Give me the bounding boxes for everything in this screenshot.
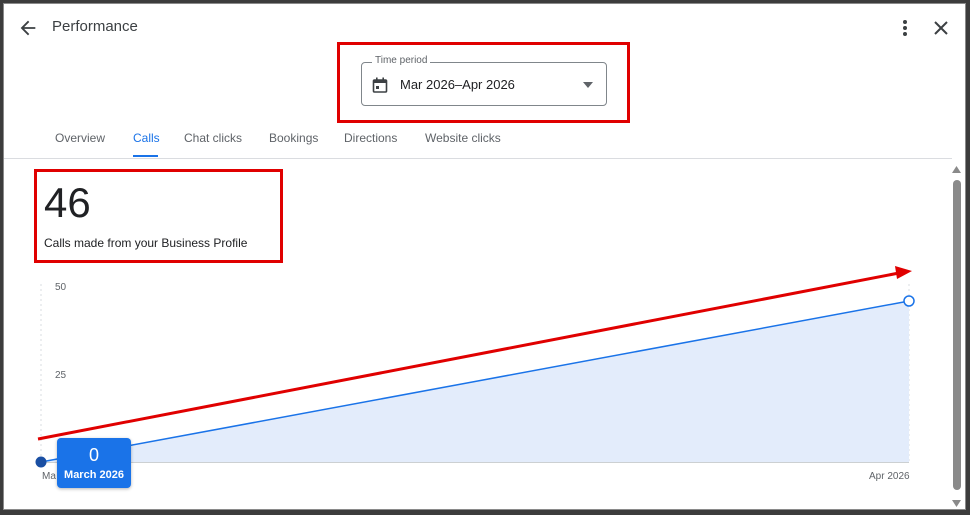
- tooltip-label: March 2026: [64, 469, 124, 481]
- data-point-apr-2026[interactable]: [903, 295, 915, 307]
- annotation-box-calls-count: [34, 169, 283, 263]
- annotation-arrow-head: [895, 266, 912, 279]
- y-tick-25: 25: [55, 370, 67, 381]
- data-point-mar-2026[interactable]: [35, 456, 47, 468]
- scroll-down-icon[interactable]: [952, 500, 961, 507]
- tooltip-value: 0: [88, 445, 99, 465]
- scroll-up-icon[interactable]: [952, 166, 961, 173]
- chart-tooltip: 0 March 2026: [57, 438, 131, 488]
- x-tick-apr: Apr 2026: [869, 471, 910, 482]
- annotation-box-time-period: [337, 42, 630, 123]
- scrollbar[interactable]: [950, 162, 963, 509]
- y-tick-50: 50: [55, 282, 67, 293]
- performance-dialog: Performance Time period Mar 2026–Apr 202…: [3, 3, 966, 510]
- scroll-thumb[interactable]: [953, 180, 961, 490]
- x-tick-mar: Ma: [42, 471, 56, 482]
